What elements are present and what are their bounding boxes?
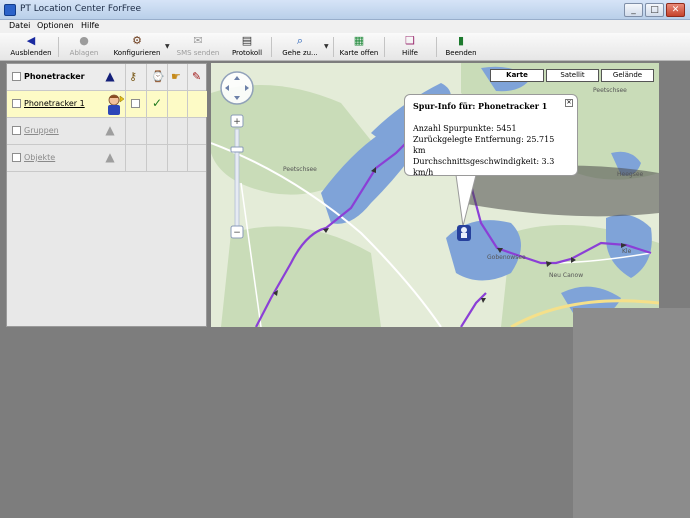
objekte-link[interactable]: Objekte <box>24 153 55 162</box>
panel-header-label: Phonetracker <box>24 72 85 81</box>
gruppen-arrow-icon: ▲ <box>105 123 115 137</box>
person-avatar-icon <box>108 94 125 115</box>
navigation-arrow-icon[interactable]: ▲ <box>104 69 116 83</box>
map-type-karte-button[interactable]: Karte <box>490 69 544 82</box>
info-distance: Zurückgelegte Entfernung: 25.715 km <box>413 135 555 155</box>
map-icon: ▦ <box>353 34 365 47</box>
objekte-cell <box>125 145 145 171</box>
ausblenden-button[interactable]: ◀ Ausblenden <box>8 35 54 59</box>
select-all-checkbox[interactable] <box>12 72 21 81</box>
gruppen-cell <box>146 118 166 144</box>
objekte-cell <box>167 145 187 171</box>
tracker-checkbox[interactable] <box>12 99 21 108</box>
track-info-bubble: ✕ Spur-Info für: Phonetracker 1 Anzahl S… <box>404 94 578 177</box>
tracker-cell-hand[interactable] <box>167 91 187 117</box>
tracker-position-marker <box>457 225 471 241</box>
karte-offen-button[interactable]: ▦ Karte offen <box>339 35 379 59</box>
sms-icon: ✉ <box>193 34 203 47</box>
map-label-neu-canow: Neu Canow <box>549 272 584 279</box>
tracker-cell-key[interactable] <box>125 91 145 117</box>
info-points: Anzahl Spurpunkte: 5451 <box>413 124 517 133</box>
close-button[interactable]: ✕ <box>666 3 685 17</box>
objekte-row[interactable]: Objekte ▲ <box>7 145 206 172</box>
obscured-area-light <box>573 308 690 518</box>
menu-hilfe[interactable]: Hilfe <box>81 21 99 30</box>
toolbar-separator <box>436 37 437 57</box>
info-speed: Durchschnittsgeschwindigkeit: 3.3 km/h <box>413 157 555 177</box>
ablagen-button[interactable]: ● Ablagen <box>66 35 102 59</box>
sms-senden-button[interactable]: ✉ SMS senden <box>174 35 222 59</box>
hilfe-button[interactable]: ❑ Hilfe <box>392 35 428 59</box>
minimize-button[interactable]: _ <box>624 3 643 17</box>
konfigurieren-button[interactable]: ⚙ Konfigurieren <box>112 35 162 59</box>
hand-icon: ☛ <box>171 70 181 83</box>
objekte-cell <box>146 145 166 171</box>
tracker-name-link[interactable]: Phonetracker 1 <box>24 99 85 108</box>
toolbar-separator <box>58 37 59 57</box>
svg-text:−: − <box>233 228 241 238</box>
tracker-option-checkbox[interactable] <box>131 99 140 108</box>
gruppen-checkbox[interactable] <box>12 126 21 135</box>
gehe-zu-button[interactable]: ⌕ Gehe zu... <box>280 35 320 59</box>
exit-door-icon: ▮ <box>457 34 465 47</box>
panel-header-row: Phonetracker ▲ ⚷ ⌚ ☛ ✎ <box>7 64 206 91</box>
app-icon <box>4 4 16 16</box>
maximize-button[interactable]: □ <box>645 3 664 17</box>
back-arrow-icon: ◀ <box>26 34 36 47</box>
watch-icon: ⌚ <box>151 70 165 83</box>
pen-icon-column[interactable]: ✎ <box>187 64 207 90</box>
objekte-cell <box>187 145 207 171</box>
gruppen-cell <box>125 118 145 144</box>
pin-icon: ● <box>79 34 89 47</box>
key-icon: ⚷ <box>129 70 138 83</box>
gear-people-icon: ⚙ <box>132 34 142 47</box>
toolbar-separator <box>384 37 385 57</box>
info-title: Spur-Info für: Phonetracker 1 <box>413 101 548 111</box>
gruppen-link[interactable]: Gruppen <box>24 126 59 135</box>
svg-text:+: + <box>233 117 241 127</box>
info-close-icon[interactable]: ✕ <box>565 99 573 107</box>
notebook-icon: ▤ <box>241 34 253 47</box>
objekte-arrow-icon: ▲ <box>105 150 115 164</box>
window-title: PT Location Center ForFree <box>20 4 142 14</box>
map-label-peetschsee-top: Peetschsee <box>593 87 627 94</box>
tracker-cell-pen[interactable] <box>187 91 207 117</box>
gruppen-cell <box>187 118 207 144</box>
checkmark-icon: ✓ <box>152 96 163 110</box>
menu-datei[interactable]: Datei <box>9 21 30 30</box>
gruppen-cell <box>167 118 187 144</box>
watch-icon-column[interactable]: ⌚ <box>146 64 166 90</box>
menu-bar: Datei Optionen Hilfe <box>0 20 690 33</box>
objekte-checkbox[interactable] <box>12 153 21 162</box>
tracker-row[interactable]: Phonetracker 1 ✓ <box>7 91 207 118</box>
hand-icon-column[interactable]: ☛ <box>167 64 187 90</box>
pen-icon: ✎ <box>192 70 202 83</box>
tracker-cell-watch[interactable]: ✓ <box>146 91 166 117</box>
map-view[interactable]: + − Gobenowsee Neu Canow Kle Peetschsee … <box>211 63 659 327</box>
map-label-gobenowsee: Gobenowsee <box>487 254 526 261</box>
beenden-button[interactable]: ▮ Beenden <box>443 35 479 59</box>
map-label-peetschsee: Peetschsee <box>283 166 317 173</box>
map-type-gelaende-button[interactable]: Gelände <box>601 69 654 82</box>
map-label-heegsee: Heegsee <box>617 171 644 178</box>
tracker-panel: Phonetracker ▲ ⚷ ⌚ ☛ ✎ Phonetracker 1 ✓ <box>6 63 207 327</box>
book-icon: ❑ <box>405 34 415 47</box>
magnifier-icon: ⌕ <box>296 34 304 47</box>
map-label-kle: Kle <box>622 248 632 255</box>
gehe-zu-dropdown-icon[interactable]: ▼ <box>324 43 329 50</box>
toolbar: ◀ Ausblenden ● Ablagen ⚙ Konfigurieren ▼… <box>0 33 690 61</box>
protokoll-button[interactable]: ▤ Protokoll <box>229 35 265 59</box>
menu-optionen[interactable]: Optionen <box>37 21 74 30</box>
title-bar: PT Location Center ForFree _ □ ✕ <box>0 0 690 20</box>
konfigurieren-dropdown-icon[interactable]: ▼ <box>165 43 170 50</box>
gruppen-row[interactable]: Gruppen ▲ <box>7 118 206 145</box>
map-type-satellit-button[interactable]: Satellit <box>546 69 599 82</box>
key-icon-column[interactable]: ⚷ <box>125 64 145 90</box>
toolbar-separator <box>271 37 272 57</box>
toolbar-separator <box>333 37 334 57</box>
